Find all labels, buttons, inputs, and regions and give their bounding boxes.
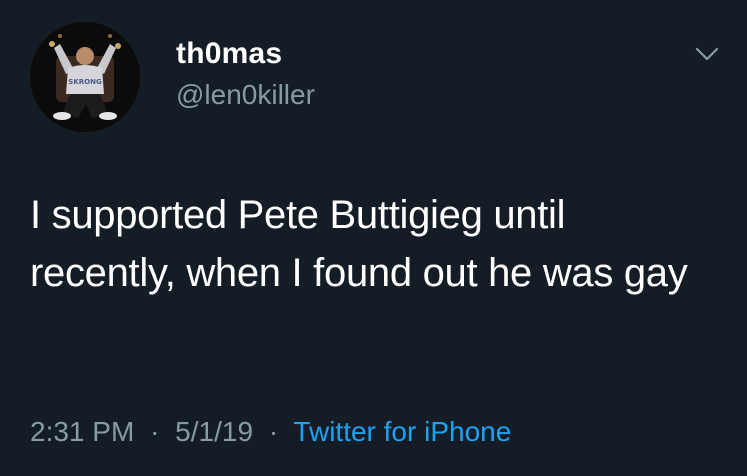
tweet-source-link[interactable]: Twitter for iPhone xyxy=(293,416,511,447)
tweet-metadata: 2:31 PM · 5/1/19 · Twitter for iPhone xyxy=(30,414,511,450)
user-handle[interactable]: @len0killer xyxy=(176,77,315,113)
tweet-card: SKRONG th0mas @len0killer I supported Pe… xyxy=(0,0,747,476)
display-name[interactable]: th0mas xyxy=(176,35,315,73)
tweet-time[interactable]: 2:31 PM xyxy=(30,416,134,447)
chevron-down-icon[interactable] xyxy=(695,46,719,62)
tweet-text: I supported Pete Buttigieg until recentl… xyxy=(30,193,688,295)
avatar-image: SKRONG xyxy=(30,22,140,132)
tweet-header: SKRONG th0mas @len0killer xyxy=(30,22,315,132)
tweet-date[interactable]: 5/1/19 xyxy=(175,416,253,447)
user-names: th0mas @len0killer xyxy=(176,35,315,113)
avatar-shirt-text: SKRONG xyxy=(68,78,102,86)
avatar[interactable]: SKRONG xyxy=(30,22,140,132)
meta-separator: · xyxy=(150,416,160,447)
meta-separator: · xyxy=(268,416,279,447)
